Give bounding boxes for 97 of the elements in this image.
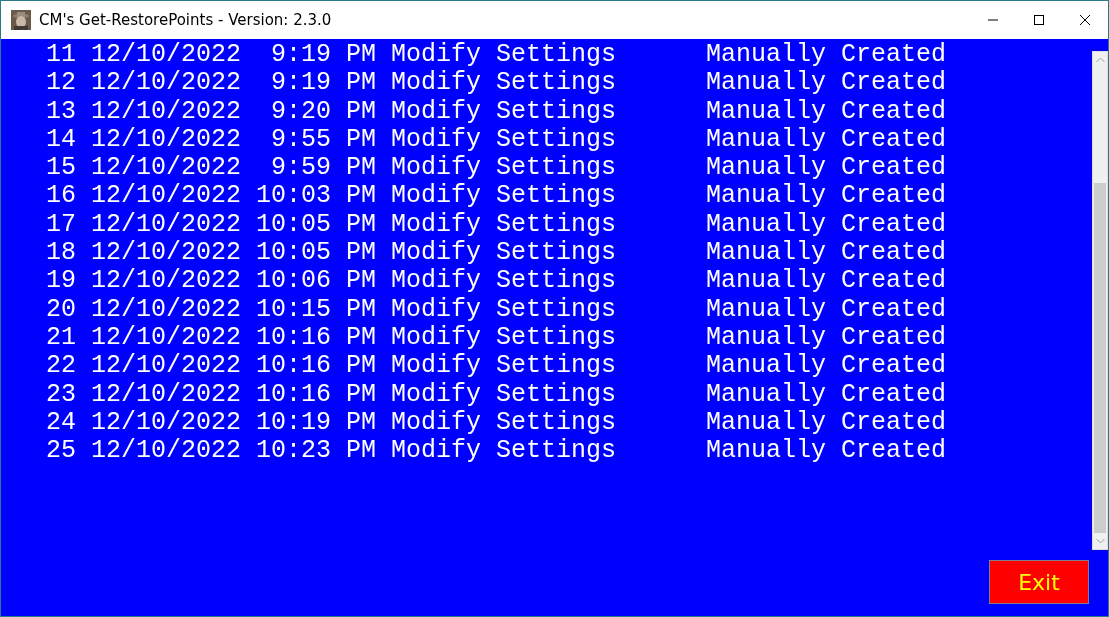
- row-number: 22: [45, 352, 76, 381]
- description-text: Modify Settings: [391, 352, 618, 381]
- date-text: 12/10/2022: [91, 380, 241, 409]
- description-text: Modify Settings: [391, 295, 618, 324]
- date-text: 12/10/2022: [91, 97, 241, 126]
- description-text: Modify Settings: [391, 323, 618, 353]
- description-text: Modify Settings: [391, 182, 618, 211]
- row-number: 18: [45, 239, 76, 268]
- row-number: 24: [45, 408, 76, 438]
- ampm-text: PM: [346, 69, 376, 98]
- ampm-text: PM: [346, 97, 376, 126]
- description-text: Modify Settings: [391, 380, 618, 409]
- app-icon: [11, 10, 31, 30]
- date-text: 12/10/2022: [91, 408, 241, 438]
- description-text: Modify Settings: [391, 210, 618, 240]
- type-text: Manually Created: [706, 352, 947, 381]
- date-text: 12/10/2022: [91, 239, 241, 268]
- type-text: Manually Created: [706, 97, 947, 126]
- scrollbar-thumb[interactable]: [1094, 183, 1106, 533]
- time-text: 9:59: [270, 154, 331, 183]
- maximize-icon: [1033, 14, 1045, 26]
- time-text: 10:16: [256, 352, 331, 381]
- description-text: Modify Settings: [391, 125, 618, 155]
- date-text: 12/10/2022: [91, 267, 241, 296]
- row-number: 20: [45, 295, 76, 324]
- type-text: Manually Created: [706, 239, 947, 268]
- description-text: Modify Settings: [391, 69, 618, 98]
- date-text: 12/10/2022: [91, 69, 241, 98]
- type-text: Manually Created: [706, 182, 947, 211]
- date-text: 12/10/2022: [91, 41, 241, 70]
- ampm-text: PM: [346, 182, 376, 211]
- description-text: Modify Settings: [391, 41, 618, 70]
- time-text: 10:19: [256, 408, 331, 438]
- time-text: 10:03: [256, 182, 331, 211]
- row-number: 11: [45, 41, 76, 70]
- row-number: 16: [45, 182, 76, 211]
- type-text: Manually Created: [706, 41, 947, 70]
- time-text: 9:55: [270, 125, 331, 155]
- description-text: Modify Settings: [391, 154, 618, 183]
- description-text: Modify Settings: [391, 267, 618, 296]
- ampm-text: PM: [346, 380, 376, 409]
- exit-button[interactable]: Exit: [989, 560, 1089, 604]
- type-text: Manually Created: [706, 408, 947, 438]
- time-text: 10:05: [256, 239, 331, 268]
- description-text: Modify Settings: [391, 239, 618, 268]
- time-text: 10:23: [256, 437, 331, 466]
- description-text: Modify Settings: [391, 97, 618, 126]
- type-text: Manually Created: [706, 295, 947, 324]
- ampm-text: PM: [346, 125, 376, 155]
- row-number: 15: [45, 154, 76, 183]
- date-text: 12/10/2022: [91, 352, 241, 381]
- ampm-text: PM: [346, 154, 376, 183]
- type-text: Manually Created: [706, 69, 947, 98]
- type-text: Manually Created: [706, 437, 947, 466]
- row-number: 13: [45, 97, 76, 126]
- description-text: Modify Settings: [391, 408, 618, 438]
- row-number: 21: [45, 323, 76, 353]
- window-title: CM's Get-RestorePoints - Version: 2.3.0: [39, 11, 332, 29]
- time-text: 10:06: [256, 267, 331, 296]
- ampm-text: PM: [346, 267, 376, 296]
- date-text: 12/10/2022: [91, 437, 241, 466]
- row-number: 19: [45, 267, 76, 296]
- date-text: 12/10/2022: [91, 210, 241, 240]
- date-text: 12/10/2022: [91, 323, 241, 353]
- ampm-text: PM: [346, 239, 376, 268]
- ampm-text: PM: [346, 41, 376, 70]
- ampm-text: PM: [346, 323, 376, 353]
- time-text: 10:05: [256, 210, 331, 240]
- scrollbar[interactable]: [1092, 51, 1108, 550]
- row-number: 17: [45, 210, 76, 240]
- time-text: 10:15: [256, 295, 331, 324]
- date-text: 12/10/2022: [91, 154, 241, 183]
- time-text: 10:16: [256, 323, 331, 353]
- time-text: 9:20: [270, 97, 331, 126]
- ampm-text: PM: [346, 295, 376, 324]
- type-text: Manually Created: [706, 210, 947, 240]
- type-text: Manually Created: [706, 267, 947, 296]
- description-text: Modify Settings: [391, 437, 618, 466]
- date-text: 12/10/2022: [91, 295, 241, 324]
- type-text: Manually Created: [706, 323, 947, 353]
- close-icon: [1079, 14, 1091, 26]
- date-text: 12/10/2022: [91, 182, 241, 211]
- row-number: 25: [45, 437, 76, 466]
- row-number: 12: [45, 69, 76, 98]
- type-text: Manually Created: [706, 154, 947, 183]
- row-number: 14: [45, 125, 76, 155]
- type-text: Manually Created: [706, 125, 947, 155]
- time-text: 10:16: [256, 380, 331, 409]
- date-text: 12/10/2022: [91, 125, 241, 155]
- row-number: 23: [45, 380, 76, 409]
- type-text: Manually Created: [706, 380, 947, 409]
- ampm-text: PM: [346, 408, 376, 438]
- time-text: 9:19: [270, 69, 331, 98]
- ampm-text: PM: [346, 210, 376, 240]
- ampm-text: PM: [346, 352, 376, 381]
- time-text: 9:19: [270, 41, 331, 70]
- ampm-text: PM: [346, 437, 376, 466]
